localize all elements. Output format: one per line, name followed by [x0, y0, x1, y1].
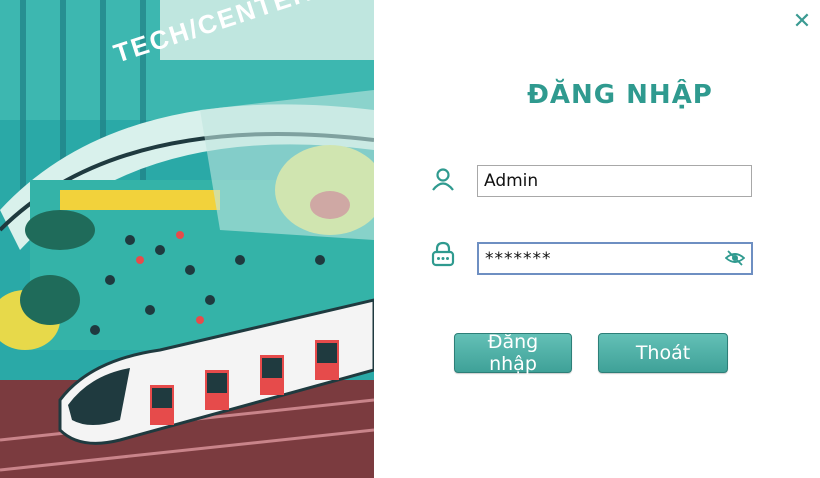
password-wrapper — [477, 242, 753, 275]
lock-icon — [431, 241, 455, 267]
illustration-svg — [0, 0, 374, 478]
username-field[interactable] — [477, 165, 752, 197]
password-field[interactable] — [477, 242, 753, 275]
close-icon[interactable]: ✕ — [790, 10, 814, 34]
exit-button[interactable]: Thoát — [598, 333, 728, 373]
user-icon — [432, 168, 454, 191]
tech-center-illustration: TECH/CENTER — [0, 0, 374, 478]
login-title: ĐĂNG NHẬP — [527, 80, 713, 110]
login-button[interactable]: Đăng nhập — [454, 331, 572, 375]
eye-slash-icon[interactable] — [725, 249, 745, 267]
